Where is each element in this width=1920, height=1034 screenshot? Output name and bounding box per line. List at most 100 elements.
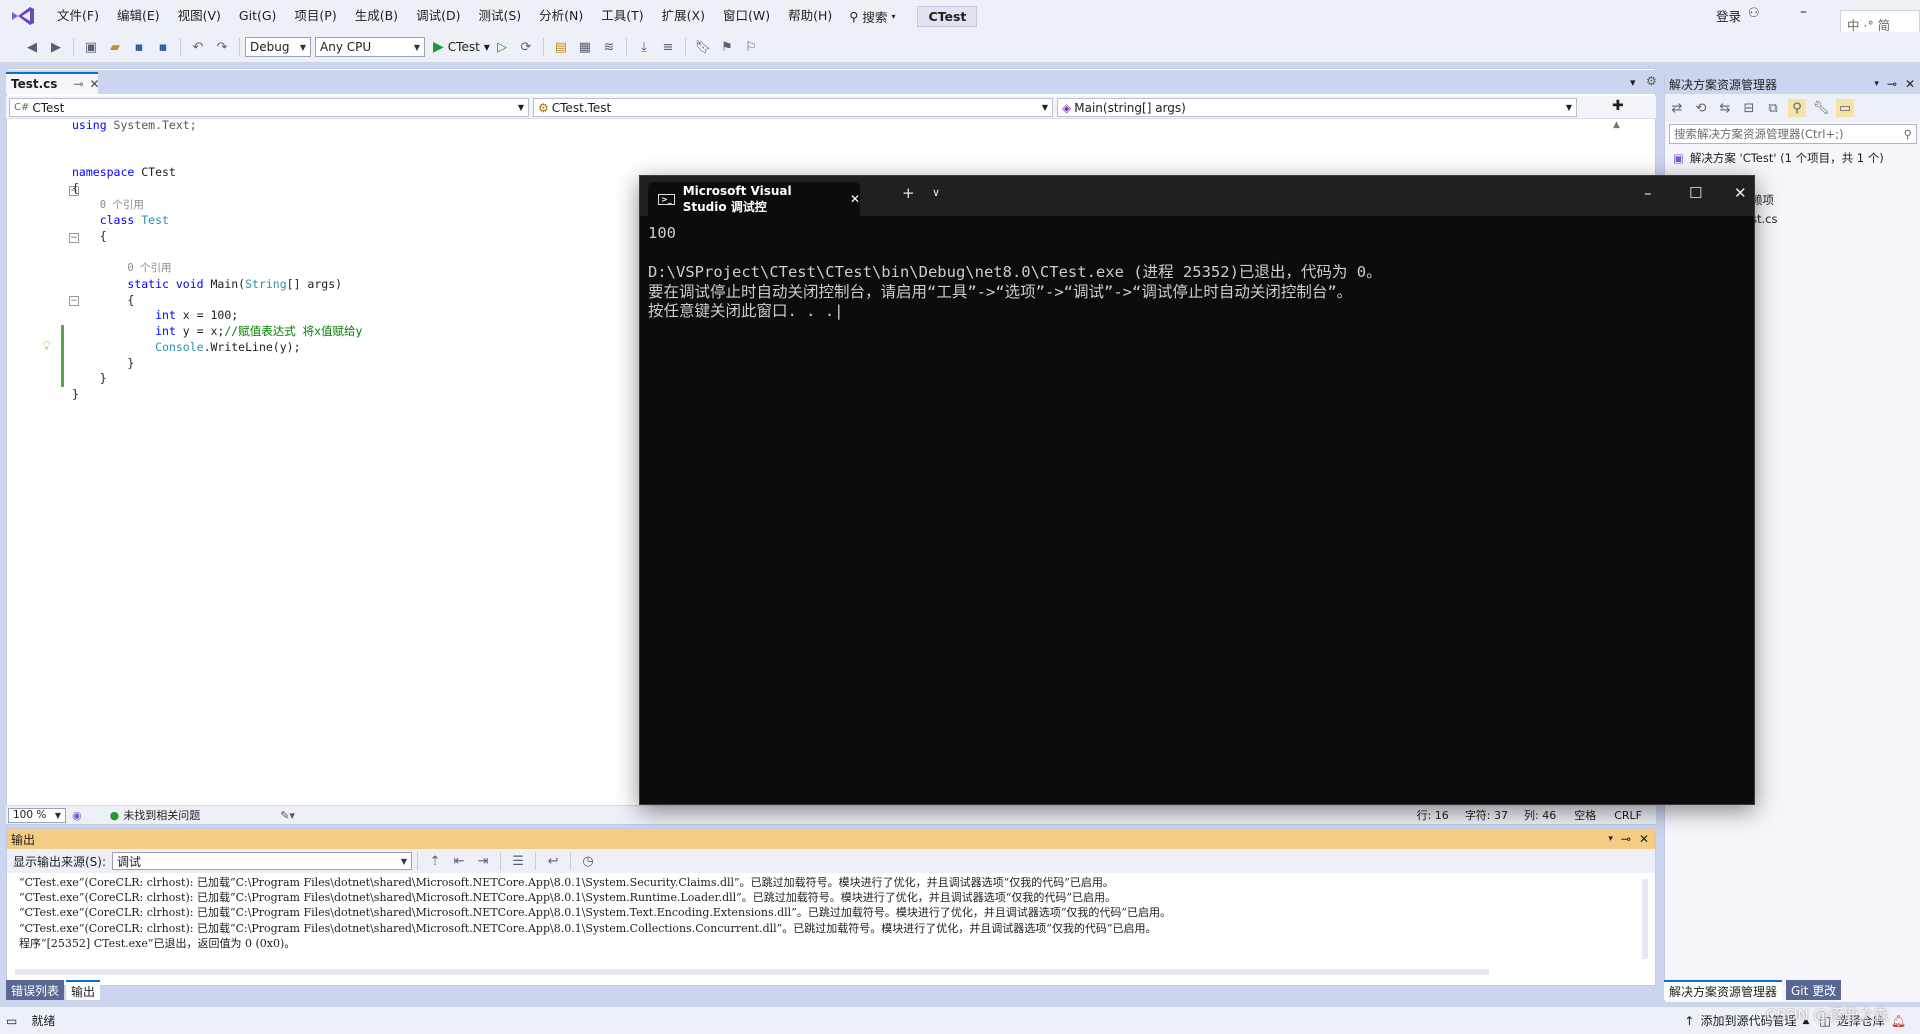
close-icon[interactable]: ✕ xyxy=(1905,77,1915,91)
menu-help[interactable]: 帮助(H) xyxy=(779,0,841,32)
menu-window[interactable]: 窗口(W) xyxy=(714,0,779,32)
start-debug-button[interactable]: ▶ CTest ▼ xyxy=(433,39,490,55)
preview-icon[interactable]: ▭ xyxy=(1836,99,1854,117)
new-tab-icon[interactable]: + xyxy=(902,184,915,202)
codelens-references[interactable]: 0 个引用 xyxy=(100,199,144,211)
close-icon[interactable]: ✕ xyxy=(1639,832,1649,846)
tab-test-cs[interactable]: Test.cs ⊸ ✕ xyxy=(6,72,100,94)
output-vscrollbar[interactable] xyxy=(1642,879,1648,959)
char-indicator[interactable]: 字符: 37 xyxy=(1465,807,1508,823)
find-message-icon[interactable]: ⇡ xyxy=(426,852,444,870)
tab-output[interactable]: 输出 xyxy=(66,980,101,1000)
menu-git[interactable]: Git(G) xyxy=(230,0,286,32)
tab-solution-explorer[interactable]: 解决方案资源管理器 xyxy=(1664,980,1783,1000)
wrench-icon[interactable]: 🔧︎ xyxy=(1812,99,1830,117)
console-tab[interactable]: >_ Microsoft Visual Studio 调试控 ✕ xyxy=(648,182,860,216)
chevron-down-icon[interactable]: ▾ xyxy=(1608,834,1613,844)
prev-message-icon[interactable]: ⇤ xyxy=(450,852,468,870)
bookmark-icon[interactable]: 🔖︎ xyxy=(694,38,712,56)
pin-icon[interactable]: ⊸ xyxy=(1621,832,1631,846)
minimize-icon[interactable]: – xyxy=(1800,4,1807,20)
pin-icon[interactable]: ⊸ xyxy=(1887,77,1897,91)
type-nav-select[interactable]: ⚙ CTest.Test ▼ xyxy=(533,98,1053,117)
undo-icon[interactable]: ↶ xyxy=(189,38,207,56)
zoom-select[interactable]: 100 % ▼ xyxy=(8,807,66,823)
brush-icon[interactable]: ✎▾ xyxy=(280,809,295,822)
col-indicator[interactable]: 列: 46 xyxy=(1524,807,1556,823)
open-folder-icon[interactable]: ▰ xyxy=(106,38,124,56)
split-editor-icon[interactable]: ✚ xyxy=(1612,98,1624,114)
sync-icon[interactable]: ⇄ xyxy=(1668,99,1686,117)
line-ending-indicator[interactable]: CRLF xyxy=(1614,809,1642,822)
output-window-icon[interactable]: ▭ xyxy=(6,1014,17,1028)
history-icon[interactable]: ⟲ xyxy=(1692,99,1710,117)
clear-all-icon[interactable]: ☰ xyxy=(509,852,527,870)
forward-icon[interactable]: ▶ xyxy=(47,38,65,56)
comment-icon[interactable]: ≡ xyxy=(659,38,677,56)
debug-console-window[interactable]: >_ Microsoft Visual Studio 调试控 ✕ + ∨ – ☐… xyxy=(639,175,1755,805)
bookmark-next-icon[interactable]: ⚐ xyxy=(742,38,760,56)
console-output[interactable]: 100 D:\VSProject\CTest\CTest\bin\Debug\n… xyxy=(648,224,1382,322)
codelens-references[interactable]: 0 个引用 xyxy=(127,262,171,274)
ai-assist-icon[interactable]: ◉ xyxy=(72,809,82,822)
filter-icon[interactable]: ⚲ xyxy=(1788,99,1806,117)
member-nav-select[interactable]: ◈ Main(string[] args) ▼ xyxy=(1057,98,1577,117)
pending-changes-icon[interactable]: ⇆ xyxy=(1716,99,1734,117)
show-all-files-icon[interactable]: ⧉ xyxy=(1764,99,1782,117)
menu-extensions[interactable]: 扩展(X) xyxy=(653,0,714,32)
notification-bell-icon[interactable]: 🔔︎ xyxy=(1891,1014,1906,1028)
tab-overflow-icon[interactable]: ▾ xyxy=(1630,76,1636,89)
line-indicator[interactable]: 行: 16 xyxy=(1417,807,1449,823)
collapse-all-icon[interactable]: ⊟ xyxy=(1740,99,1758,117)
output-source-select[interactable]: 调试 ▼ xyxy=(112,852,413,870)
output-hscrollbar[interactable] xyxy=(15,969,1489,975)
save-icon[interactable]: ▪ xyxy=(130,38,148,56)
redo-icon[interactable]: ↷ xyxy=(213,38,231,56)
menu-test[interactable]: 测试(S) xyxy=(469,0,530,32)
bookmark-prev-icon[interactable]: ⚑ xyxy=(718,38,736,56)
word-wrap-icon[interactable]: ↩ xyxy=(544,852,562,870)
menu-analyze[interactable]: 分析(N) xyxy=(530,0,592,32)
new-item-icon[interactable]: ▣ xyxy=(82,38,100,56)
solution-search-input[interactable]: 搜索解决方案资源管理器(Ctrl+;) ⚲ xyxy=(1669,124,1917,144)
platform-select[interactable]: Any CPU ▼ xyxy=(315,37,425,57)
menu-debug[interactable]: 调试(D) xyxy=(407,0,469,32)
back-icon[interactable]: ◀ xyxy=(23,38,41,56)
scroll-up-icon[interactable]: ▲ xyxy=(1613,120,1620,130)
hot-reload-icon[interactable]: ⟳ xyxy=(517,38,535,56)
tab-git-changes[interactable]: Git 更改 xyxy=(1786,980,1842,1000)
format-icon[interactable]: ≋ xyxy=(600,38,618,56)
menu-project[interactable]: 项目(P) xyxy=(285,0,345,32)
solution-root-item[interactable]: ▣ 解决方案 'CTest' (1 个项目，共 1 个) xyxy=(1673,150,1884,166)
close-icon[interactable]: ✕ xyxy=(1734,184,1747,202)
lightbulb-icon[interactable]: 💡︎ xyxy=(42,339,51,354)
account-icon[interactable]: ⚇ xyxy=(1748,6,1760,21)
global-search[interactable]: ⚲ 搜索 ▾ xyxy=(841,7,903,26)
save-all-icon[interactable]: ▪ xyxy=(154,38,172,56)
minimize-icon[interactable]: – xyxy=(1644,184,1652,202)
next-message-icon[interactable]: ⇥ xyxy=(474,852,492,870)
output-text[interactable]: “CTest.exe”(CoreCLR: clrhost): 已加载“C:\Pr… xyxy=(19,875,1171,951)
clock-icon[interactable]: ◷ xyxy=(579,852,597,870)
menu-edit[interactable]: 编辑(E) xyxy=(108,0,169,32)
tab-error-list[interactable]: 错误列表 xyxy=(6,980,65,1000)
run-without-debug-icon[interactable]: ▷ xyxy=(493,38,511,56)
browse-icon[interactable]: ▤ xyxy=(552,38,570,56)
step-icon[interactable]: ⤓ xyxy=(635,38,653,56)
whitespace-indicator[interactable]: 空格 xyxy=(1574,807,1596,823)
menu-build[interactable]: 生成(B) xyxy=(346,0,407,32)
code-editor[interactable]: using System.Text; namespace CTest { 0 个… xyxy=(72,118,362,403)
issues-indicator[interactable]: 未找到相关问题 xyxy=(123,807,200,823)
pin-icon[interactable]: ⊸ xyxy=(73,77,83,91)
close-icon[interactable]: ✕ xyxy=(90,77,100,91)
chevron-down-icon[interactable]: ▾ xyxy=(1874,79,1879,89)
configuration-select[interactable]: Debug ▼ xyxy=(245,37,311,57)
project-nav-select[interactable]: C# CTest ▼ xyxy=(9,98,529,117)
gear-icon[interactable]: ⚙ xyxy=(1646,74,1657,88)
maximize-icon[interactable]: ☐ xyxy=(1689,184,1702,202)
menu-tools[interactable]: 工具(T) xyxy=(592,0,652,32)
menu-view[interactable]: 视图(V) xyxy=(169,0,230,32)
close-icon[interactable]: ✕ xyxy=(850,192,860,206)
chevron-down-icon[interactable]: ∨ xyxy=(932,186,940,199)
layout-icon[interactable]: ▦ xyxy=(576,38,594,56)
